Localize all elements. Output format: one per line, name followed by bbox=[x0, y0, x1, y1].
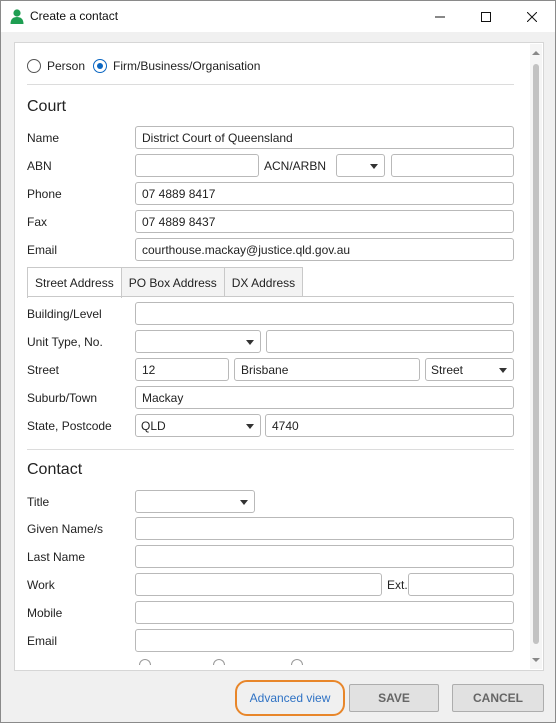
fax-field[interactable]: 07 4889 8437 bbox=[135, 210, 514, 233]
mobile-label: Mobile bbox=[27, 606, 63, 620]
chevron-down-icon bbox=[246, 424, 254, 429]
unit-label: Unit Type, No. bbox=[27, 335, 103, 349]
advanced-view-label: Advanced view bbox=[249, 691, 331, 705]
save-button-label: SAVE bbox=[378, 691, 410, 705]
address-tabs: Street Address PO Box Address DX Address bbox=[27, 267, 304, 298]
fax-label: Fax bbox=[27, 215, 48, 229]
acn-type-select[interactable] bbox=[336, 154, 385, 177]
name-label: Name bbox=[27, 131, 60, 145]
scroll-down-icon[interactable] bbox=[532, 656, 540, 664]
cancel-button-label: CANCEL bbox=[473, 691, 523, 705]
radio-person-label: Person bbox=[47, 59, 86, 73]
save-button[interactable]: SAVE bbox=[349, 684, 439, 712]
tab-dx-address[interactable]: DX Address bbox=[223, 267, 304, 297]
person-icon bbox=[10, 9, 24, 24]
divider bbox=[27, 449, 514, 450]
given-name-label: Given Name/s bbox=[27, 522, 104, 536]
unit-number-field[interactable] bbox=[266, 330, 514, 353]
ext-label: Ext. bbox=[387, 578, 408, 592]
name-field[interactable]: District Court of Queensland bbox=[135, 126, 514, 149]
state-value: QLD bbox=[141, 419, 166, 433]
tab-po-box-address[interactable]: PO Box Address bbox=[120, 267, 225, 297]
suburb-field[interactable]: Mackay bbox=[135, 386, 514, 409]
abn-field[interactable] bbox=[135, 154, 259, 177]
minimize-icon bbox=[435, 16, 445, 17]
title-select[interactable] bbox=[135, 490, 255, 513]
create-contact-window: Create a contact Person Firm/Business/Or… bbox=[0, 0, 556, 723]
last-name-field[interactable] bbox=[135, 545, 514, 568]
form-panel: Person Firm/Business/Organisation Court … bbox=[14, 42, 544, 671]
mobile-field[interactable] bbox=[135, 601, 514, 624]
contact-email-label: Email bbox=[27, 634, 58, 648]
vertical-scrollbar[interactable] bbox=[530, 44, 542, 669]
ext-field[interactable] bbox=[408, 573, 514, 596]
last-name-label: Last Name bbox=[27, 550, 86, 564]
close-icon bbox=[527, 11, 537, 22]
unit-type-select[interactable] bbox=[135, 330, 261, 353]
partial-radio[interactable] bbox=[213, 659, 225, 665]
tab-street-address[interactable]: Street Address bbox=[27, 267, 122, 298]
maximize-icon bbox=[481, 11, 491, 22]
window-title: Create a contact bbox=[30, 9, 119, 23]
street-label: Street bbox=[27, 363, 60, 377]
phone-field[interactable]: 07 4889 8417 bbox=[135, 182, 514, 205]
radio-firm[interactable]: Firm/Business/Organisation bbox=[93, 57, 260, 75]
street-number-field[interactable]: 12 bbox=[135, 358, 229, 381]
title-label: Title bbox=[27, 495, 50, 509]
contact-email-field[interactable] bbox=[135, 629, 514, 652]
postcode-field[interactable]: 4740 bbox=[265, 414, 514, 437]
scrollbar-thumb[interactable] bbox=[533, 64, 539, 644]
chevron-down-icon bbox=[370, 164, 378, 169]
street-type-select[interactable]: Street bbox=[425, 358, 514, 381]
suburb-label: Suburb/Town bbox=[27, 391, 98, 405]
work-label: Work bbox=[27, 578, 55, 592]
tab-underline bbox=[27, 296, 514, 297]
street-name-field[interactable]: Brisbane bbox=[234, 358, 420, 381]
acn-field[interactable] bbox=[391, 154, 514, 177]
abn-label: ABN bbox=[27, 159, 52, 173]
work-phone-field[interactable] bbox=[135, 573, 382, 596]
radio-circle-person bbox=[27, 59, 41, 73]
given-name-field[interactable] bbox=[135, 517, 514, 540]
advanced-view-link[interactable]: Advanced view bbox=[235, 680, 345, 716]
email-label: Email bbox=[27, 243, 58, 257]
acn-label: ACN/ARBN bbox=[264, 159, 327, 173]
chevron-down-icon bbox=[240, 500, 248, 505]
close-button[interactable] bbox=[509, 1, 555, 32]
court-heading: Court bbox=[27, 98, 67, 115]
radio-person[interactable]: Person bbox=[27, 57, 85, 75]
chevron-down-icon bbox=[246, 340, 254, 345]
form-scroll-area: Person Firm/Business/Organisation Court … bbox=[15, 43, 531, 670]
scroll-up-icon[interactable] bbox=[532, 49, 540, 57]
phone-label: Phone bbox=[27, 187, 62, 201]
partial-radio[interactable] bbox=[139, 659, 151, 665]
title-bar: Create a contact bbox=[1, 1, 555, 32]
email-field[interactable]: courthouse.mackay@justice.qld.gov.au bbox=[135, 238, 514, 261]
radio-circle-firm bbox=[93, 59, 107, 73]
state-select[interactable]: QLD bbox=[135, 414, 261, 437]
contact-heading: Contact bbox=[27, 461, 83, 478]
radio-firm-label: Firm/Business/Organisation bbox=[113, 59, 261, 73]
building-field[interactable] bbox=[135, 302, 514, 325]
building-label: Building/Level bbox=[27, 307, 102, 321]
cancel-button[interactable]: CANCEL bbox=[452, 684, 544, 712]
divider bbox=[27, 84, 514, 85]
chevron-down-icon bbox=[499, 368, 507, 373]
partial-radio[interactable] bbox=[291, 659, 303, 665]
street-type-value: Street bbox=[431, 363, 464, 377]
minimize-button[interactable] bbox=[417, 1, 463, 32]
maximize-button[interactable] bbox=[463, 1, 509, 32]
state-label: State, Postcode bbox=[27, 419, 112, 433]
